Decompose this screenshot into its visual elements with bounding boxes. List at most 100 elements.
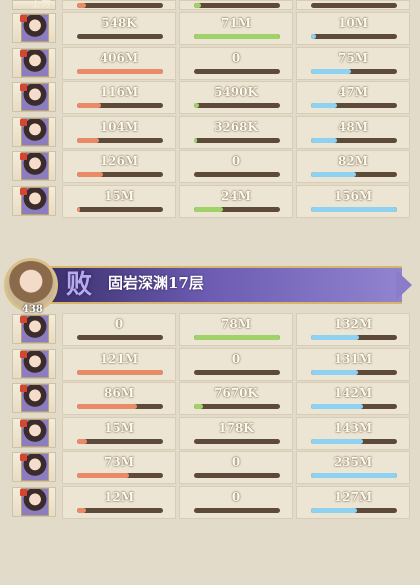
bar-fill: [311, 507, 358, 513]
hero-stat-row[interactable]: 15M 24M 156M: [8, 184, 412, 219]
hero-stat-row[interactable]: 12M 0 127M: [8, 485, 412, 520]
healing-cell: 0: [179, 150, 293, 183]
damage-dealt-value: 86M: [104, 386, 134, 400]
damage-taken-bar: [311, 68, 397, 74]
damage-dealt-bar: [77, 507, 163, 513]
damage-dealt-bar: [77, 404, 163, 409]
bar-fill: [77, 507, 86, 513]
damage-taken-cell: 82M: [296, 150, 410, 183]
damage-dealt-value: 104M: [99, 119, 139, 134]
hero-stat-row[interactable]: 15M 178K 143M: [8, 416, 412, 451]
bar-fill: [311, 103, 337, 108]
healing-cell: 178K: [179, 416, 293, 450]
damage-taken-value: 127M: [333, 489, 373, 504]
damage-dealt-cell: 15M: [62, 184, 176, 218]
damage-dealt-bar: [77, 473, 163, 478]
healing-value: 0: [231, 455, 241, 469]
bar-fill: [77, 103, 102, 108]
top-stat-cell-2: [179, 0, 293, 10]
damage-dealt-bar: [77, 68, 163, 74]
hero-stat-row[interactable]: 104M 3268K 48M: [8, 115, 412, 150]
hero-portrait-frame: [12, 383, 56, 413]
damage-dealt-value: 73M: [104, 455, 134, 469]
bar-fill: [311, 206, 397, 212]
damage-dealt-cell: 73M: [62, 451, 176, 484]
healing-value: 0: [231, 351, 241, 366]
damage-dealt-cell: 104M: [62, 115, 176, 149]
hero-portrait-frame: [12, 486, 56, 517]
damage-taken-value: 235M: [333, 455, 373, 469]
bar-fill: [311, 34, 317, 39]
bar-fill: [311, 68, 351, 74]
hero-stat-row[interactable]: 121M 0 131M: [8, 347, 412, 382]
hero-stat-row[interactable]: 116M 5490K 47M: [8, 81, 412, 115]
rank-star-icon: [20, 153, 27, 160]
rank-star-icon: [20, 187, 27, 195]
bar-fill: [311, 369, 359, 375]
damage-dealt-bar: [77, 438, 163, 444]
damage-taken-value: 10M: [338, 16, 368, 30]
damage-taken-bar: [311, 507, 397, 513]
healing-cell: 7670K: [179, 382, 293, 415]
hero-portrait-frame: [12, 47, 56, 78]
damage-dealt-cell: 86M: [62, 382, 176, 415]
bar-fill: [194, 404, 203, 409]
damage-dealt-cell: 12M: [62, 485, 176, 519]
hero-portrait-frame: [12, 82, 56, 112]
healing-bar: [194, 34, 280, 39]
rank-star-icon: [20, 454, 27, 461]
healing-bar: [194, 206, 280, 212]
healing-cell: 3268K: [179, 115, 293, 149]
healing-cell: 5490K: [179, 81, 293, 114]
damage-dealt-value: 116M: [99, 85, 139, 99]
healing-value: 5490K: [214, 85, 258, 99]
rank-star-icon: [20, 84, 27, 91]
damage-dealt-bar: [77, 103, 163, 108]
healing-cell: 71M: [179, 12, 293, 45]
top-bar-2: [194, 3, 280, 8]
healing-bar: [194, 68, 280, 74]
damage-dealt-cell: 116M: [62, 81, 176, 114]
hero-stat-row[interactable]: 406M 0 75M: [8, 46, 412, 81]
damage-taken-cell: 75M: [296, 46, 410, 80]
bar-fill: [77, 404, 138, 409]
damage-taken-bar: [311, 335, 397, 340]
bar-fill: [77, 206, 81, 212]
damage-taken-bar: [311, 103, 397, 108]
banner-arrow-icon: [396, 270, 412, 300]
rank-star-icon: [20, 488, 27, 496]
healing-value: 3268K: [214, 119, 258, 134]
damage-taken-cell: 10M: [296, 12, 410, 45]
healing-bar: [194, 103, 280, 108]
damage-dealt-cell: 15M: [62, 416, 176, 450]
healing-bar: [194, 369, 280, 375]
rank-star-icon: [20, 316, 27, 323]
damage-dealt-value: 15M: [104, 420, 134, 435]
bar-fill: [311, 404, 363, 409]
rank-star-icon: [20, 419, 27, 427]
damage-dealt-cell: 548K: [62, 12, 176, 45]
damage-taken-bar: [311, 473, 397, 478]
damage-dealt-value: 121M: [99, 351, 139, 366]
healing-value: 178K: [218, 420, 254, 435]
damage-taken-cell: 131M: [296, 347, 410, 381]
healing-bar: [194, 404, 280, 409]
battle-result-banner[interactable]: 438 败 固岩深渊17层: [0, 258, 420, 318]
damage-dealt-bar: [77, 206, 163, 212]
damage-dealt-cell: 406M: [62, 46, 176, 80]
rank-star-icon: [20, 385, 27, 392]
bar-fill: [77, 68, 163, 74]
hero-stat-row[interactable]: 548K 71M 10M: [8, 12, 412, 46]
hero-stat-row[interactable]: 73M 0 235M: [8, 451, 412, 485]
hero-stat-row[interactable]: 0 78M 132M: [8, 313, 412, 347]
hero-stat-row[interactable]: 126M 0 82M: [8, 150, 412, 184]
damage-dealt-cell: 121M: [62, 347, 176, 381]
top-bar-3: [311, 3, 397, 8]
healing-bar: [194, 438, 280, 444]
hero-stat-row[interactable]: 86M 7670K 142M: [8, 382, 412, 416]
damage-taken-bar: [311, 438, 397, 444]
top-partial-row: 上方: [8, 0, 412, 10]
healing-cell: 24M: [179, 184, 293, 218]
damage-taken-value: 142M: [333, 386, 373, 400]
damage-taken-value: 48M: [338, 119, 368, 134]
